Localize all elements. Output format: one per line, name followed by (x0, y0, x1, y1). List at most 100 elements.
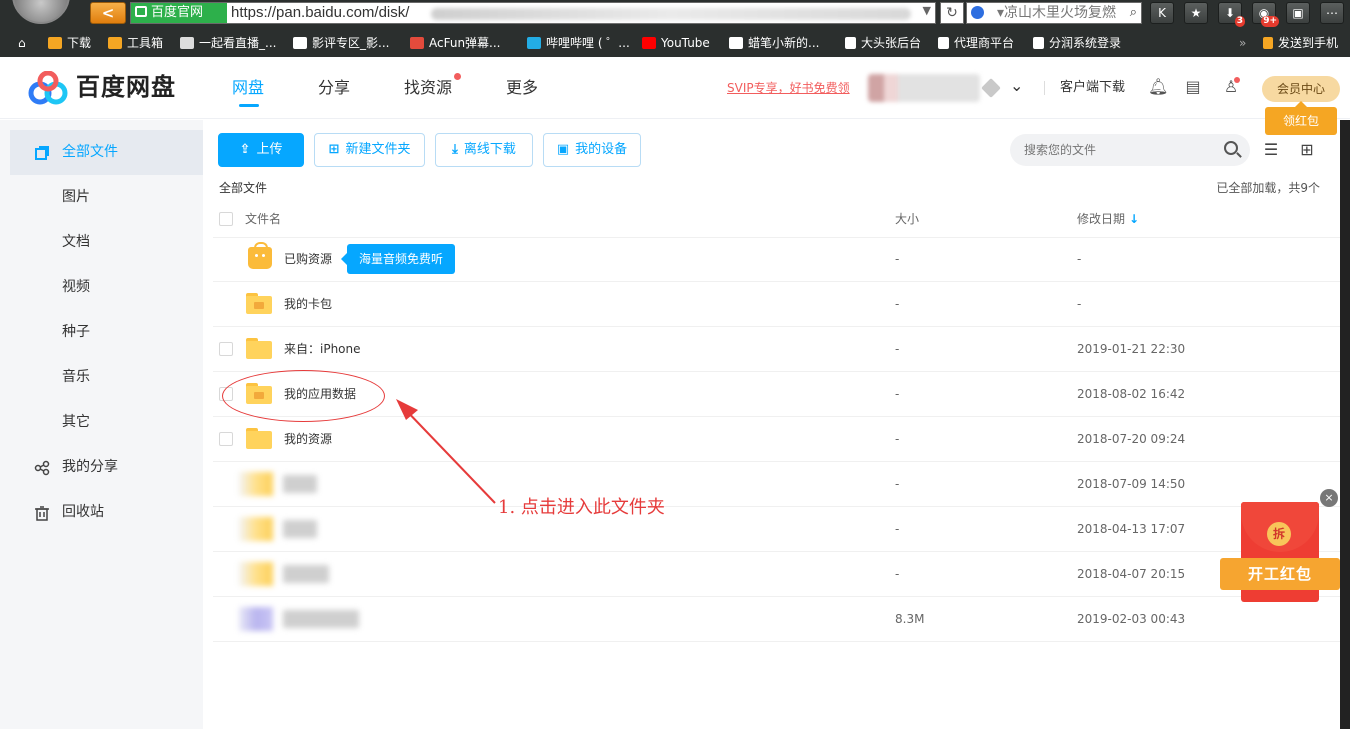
search-icon[interactable]: ⌕ (1130, 5, 1137, 20)
browser-search-box[interactable]: ▾凉山木里火场复燃 ⌕ (966, 2, 1142, 24)
redacted-file-name[interactable] (283, 475, 317, 493)
chevron-down-icon[interactable]: ▼ (923, 4, 931, 17)
my-devices-button[interactable]: ▣ 我的设备 (543, 133, 641, 167)
grid-view-icon[interactable]: ⊞ (1296, 140, 1318, 160)
nav-share[interactable]: 分享 (318, 77, 350, 99)
table-row[interactable]: - 2018-04-13 17:07 (213, 507, 1340, 552)
new-folder-button[interactable]: ⊞ 新建文件夹 (314, 133, 425, 167)
redacted-file-name[interactable] (283, 610, 359, 628)
star-icon[interactable]: ★ (1184, 2, 1208, 24)
file-name[interactable]: 我的应用数据 (284, 387, 356, 401)
bookmark-item[interactable]: AcFun弹幕... (410, 35, 501, 51)
clipboard-icon[interactable]: ▤ (1183, 77, 1203, 97)
search-icon[interactable] (1224, 141, 1238, 155)
sort-icon[interactable]: ☰ (1260, 140, 1282, 160)
bookmark-overflow[interactable]: » (1239, 35, 1246, 51)
bookmark-item[interactable]: 分润系统登录 (1033, 35, 1121, 51)
download-icon[interactable]: ⬇ 3 (1218, 2, 1245, 27)
row-checkbox[interactable] (219, 342, 233, 356)
bookmark-item[interactable]: 蜡笔小新的... (729, 35, 819, 51)
sidebar-item-recycle-bin[interactable]: 回收站 (10, 490, 203, 535)
url-text[interactable]: https://pan.baidu.com/disk/ (231, 3, 409, 23)
sidebar-item-videos[interactable]: 视频 (10, 265, 203, 310)
table-row[interactable]: 来自：iPhone - 2019-01-21 22:30 (213, 327, 1340, 372)
file-search-box[interactable] (1010, 134, 1250, 166)
home-icon[interactable]: ⌂ (18, 35, 26, 51)
browser-search-query[interactable]: ▾凉山木里火场复燃 (997, 3, 1116, 23)
row-checkbox[interactable] (219, 432, 233, 446)
sidebar-item-my-shares[interactable]: 我的分享 (10, 445, 203, 490)
nav-find-resources[interactable]: 找资源 (404, 77, 452, 99)
back-button[interactable]: < (90, 2, 126, 24)
left-edge (0, 120, 10, 729)
add-folder-icon: ⊞ (328, 142, 340, 157)
table-row[interactable]: - 2018-04-07 20:15 (213, 552, 1340, 597)
audio-promo-tooltip[interactable]: 海量音频免费听 (341, 244, 455, 274)
tv-icon[interactable]: ▣ (1286, 2, 1310, 24)
refresh-icon[interactable]: ↻ (940, 2, 964, 24)
file-name[interactable]: 来自：iPhone (284, 342, 361, 356)
folder-icon (48, 37, 62, 49)
bookmark-item[interactable]: YouTube (642, 35, 710, 51)
bookmark-item[interactable]: 下载 (48, 35, 91, 51)
file-name[interactable]: 已购资源 (284, 252, 332, 266)
more-menu-icon[interactable]: ⋯ (1320, 2, 1344, 24)
table-row[interactable]: 我的资源 - 2018-07-20 09:24 (213, 417, 1340, 462)
username-redacted[interactable] (868, 74, 980, 102)
close-icon[interactable]: × (1320, 489, 1338, 507)
redacted-folder-icon (239, 517, 273, 541)
scrollbar-track[interactable] (1340, 120, 1350, 729)
sidebar-item-music[interactable]: 音乐 (10, 355, 203, 400)
sidebar-item-all-files[interactable]: 全部文件 (10, 130, 203, 175)
offline-download-button[interactable]: ⤓ 离线下载 (435, 133, 533, 167)
bookmark-item[interactable]: 工具箱 (108, 35, 163, 51)
column-header-name[interactable]: 文件名 (245, 212, 281, 226)
nav-netdisk[interactable]: 网盘 (232, 77, 264, 99)
send-to-phone[interactable]: 发送到手机 (1263, 35, 1338, 51)
sidebar-item-images[interactable]: 图片 (10, 175, 203, 220)
card-folder-icon (246, 293, 272, 314)
browser-avatar[interactable] (12, 0, 70, 24)
redacted-file-name[interactable] (283, 520, 317, 538)
address-bar[interactable]: 百度官网 https://pan.baidu.com/disk/ ▼ (130, 2, 936, 24)
download-count-badge: 3 (1234, 16, 1245, 27)
column-header-modified[interactable]: 修改日期 ↓ (1077, 212, 1139, 226)
red-packet-promo[interactable]: 拆 开工红包 × (1220, 489, 1340, 605)
bookmark-item[interactable]: 哔哩哔哩 ( ゜... (527, 35, 630, 51)
file-name[interactable]: 我的卡包 (284, 297, 332, 311)
bookmark-item[interactable]: 影评专区_影... (293, 35, 389, 51)
client-download-link[interactable]: 客户端下载 (1060, 80, 1125, 96)
column-header-size[interactable]: 大小 (895, 212, 919, 226)
sidebar-item-documents[interactable]: 文档 (10, 220, 203, 265)
row-checkbox[interactable] (219, 387, 233, 401)
svip-promo-link[interactable]: SVIP专享，好书免费领 (727, 80, 850, 96)
table-row[interactable]: - 2018-07-09 14:50 (213, 462, 1340, 507)
select-all-checkbox[interactable] (219, 212, 233, 226)
sidebar-item-torrents[interactable]: 种子 (10, 310, 203, 355)
vip-center-button[interactable]: 会员中心 (1262, 76, 1340, 102)
table-row[interactable]: 我的应用数据 - 2018-08-02 16:42 (213, 372, 1340, 417)
file-name[interactable]: 我的资源 (284, 432, 332, 446)
bookmark-item[interactable]: 代理商平台 (938, 35, 1014, 51)
table-row[interactable]: 8.3M 2019-02-03 00:43 (213, 597, 1340, 642)
bookmark-item[interactable]: 大头张后台 (845, 35, 921, 51)
file-search-input[interactable] (1024, 141, 1214, 159)
chevron-down-icon[interactable]: ⌄ (1010, 76, 1023, 95)
breadcrumb[interactable]: 全部文件 (219, 181, 267, 195)
baidu-netdisk-logo-icon[interactable] (28, 71, 68, 105)
sidebar-item-other[interactable]: 其它 (10, 400, 203, 445)
promo-label[interactable]: 开工红包 (1220, 558, 1340, 590)
table-row[interactable]: 我的卡包 - - (213, 282, 1340, 327)
open-coin-icon[interactable]: 拆 (1267, 522, 1291, 546)
nav-more[interactable]: 更多 (506, 77, 538, 99)
logo-text[interactable]: 百度网盘 (76, 71, 176, 103)
bell-icon[interactable]: 🔔︎ (1148, 77, 1168, 97)
upload-button[interactable]: ⇪ 上传 (218, 133, 304, 167)
redacted-file-name[interactable] (283, 565, 329, 583)
k-extension-icon[interactable]: K (1150, 2, 1174, 24)
divider (1044, 81, 1045, 95)
get-red-packet-button[interactable]: 领红包 (1265, 101, 1337, 135)
file-date: 2019-02-03 00:43 (1077, 612, 1186, 626)
bookmark-item[interactable]: 一起看直播_... (180, 35, 276, 51)
gamepad-icon[interactable]: ◉ 9+ (1252, 2, 1279, 27)
